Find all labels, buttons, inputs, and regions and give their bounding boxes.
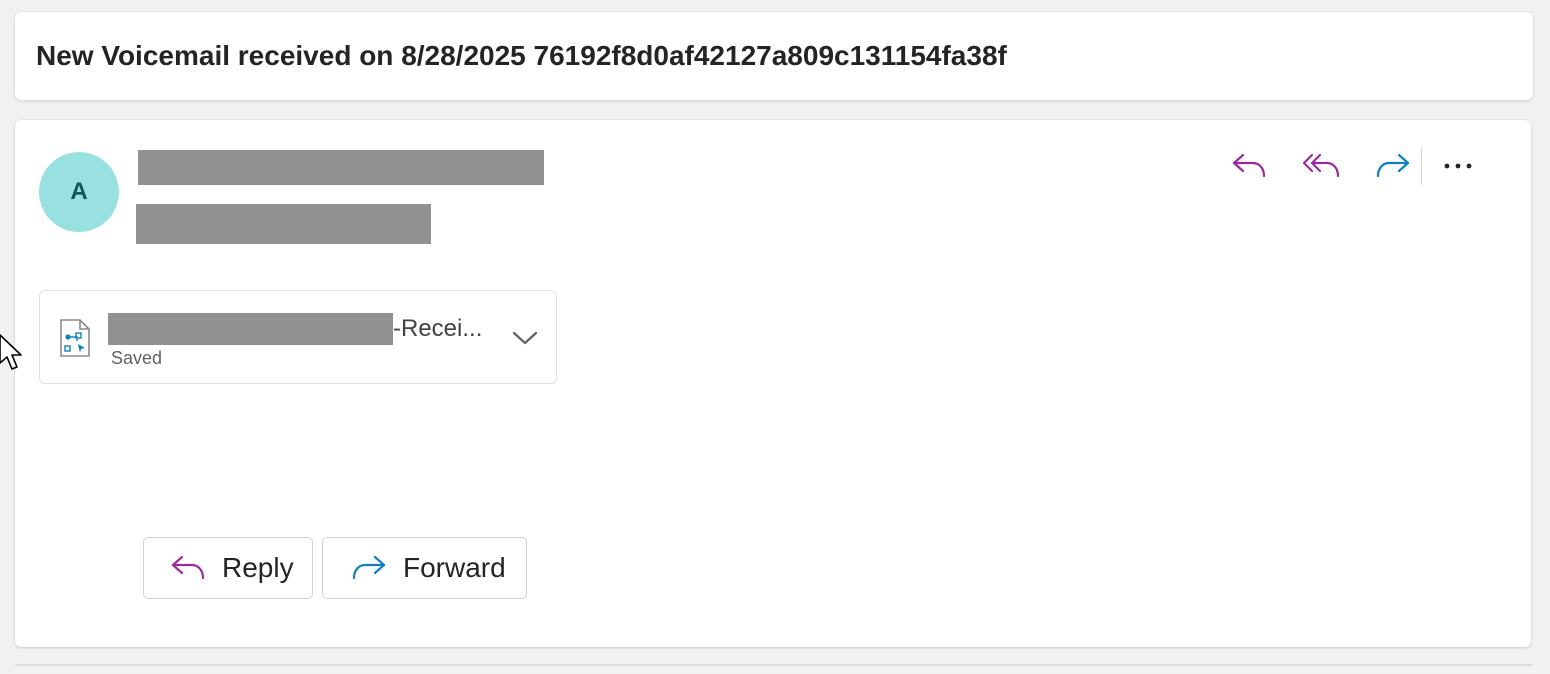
more-actions-button[interactable] (1436, 146, 1480, 186)
footer-reply-button[interactable]: Reply (143, 537, 313, 599)
reply-all-icon (1302, 153, 1340, 178)
forward-button[interactable] (1371, 146, 1415, 186)
reply-button[interactable] (1227, 146, 1271, 186)
attachment-name: -Recei... (393, 315, 483, 342)
reply-icon (1232, 153, 1266, 178)
reading-pane: New Voicemail received on 8/28/2025 7619… (0, 0, 1550, 674)
sender-name-redacted (138, 150, 544, 185)
attachment-name-redacted (108, 313, 393, 345)
reply-all-button[interactable] (1299, 146, 1343, 186)
more-icon (1444, 163, 1472, 169)
subject-header: New Voicemail received on 8/28/2025 7619… (15, 12, 1533, 100)
chevron-down-icon[interactable] (509, 324, 541, 352)
next-message-edge (15, 664, 1533, 666)
forward-label: Forward (403, 552, 506, 583)
message-card: A -Recei... Saved Reply Forward (15, 120, 1531, 647)
forward-icon (352, 555, 386, 580)
sender-avatar[interactable]: A (39, 152, 119, 232)
forward-icon (1376, 153, 1410, 178)
footer-forward-button[interactable]: Forward (322, 537, 527, 599)
mouse-cursor-icon (0, 334, 22, 370)
reply-icon (171, 555, 205, 580)
actions-divider (1421, 147, 1422, 185)
reply-label: Reply (222, 552, 294, 583)
attachment-card[interactable]: -Recei... Saved (39, 290, 557, 384)
message-actions (1227, 146, 1480, 186)
attachment-status: Saved (111, 348, 163, 368)
voice-file-icon (60, 319, 90, 357)
recipient-redacted (136, 204, 431, 244)
email-subject: New Voicemail received on 8/28/2025 7619… (36, 40, 1007, 71)
